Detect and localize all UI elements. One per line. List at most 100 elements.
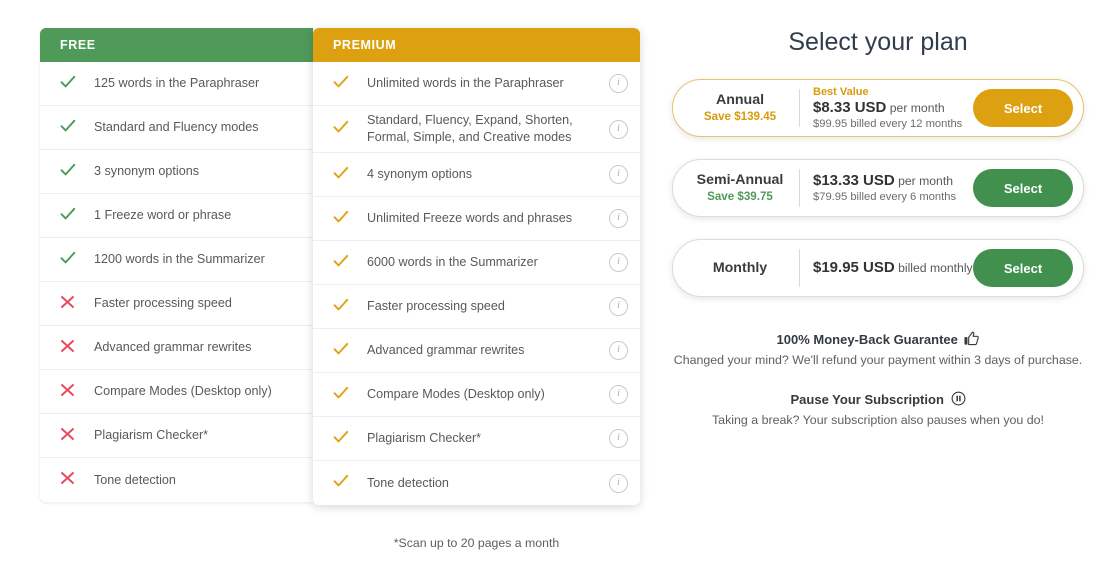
- check-icon: [333, 430, 349, 444]
- check-icon: [333, 75, 359, 93]
- feature-row: Plagiarism Checker*i: [313, 417, 640, 461]
- check-icon: [333, 75, 349, 89]
- promo-blocks: 100% Money-Back Guarantee Changed your m…: [672, 331, 1084, 427]
- feature-label: Standard, Fluency, Expand, Shorten, Form…: [367, 112, 601, 146]
- check-icon: [60, 119, 76, 133]
- plan-billing-note: $99.95 billed every 12 months: [813, 117, 973, 132]
- feature-row: Faster processing speed i: [313, 285, 640, 329]
- plan-name-block: Monthly: [687, 259, 799, 277]
- check-icon: [333, 342, 359, 360]
- plan-selection-panel: Select your plan AnnualSave $139.45Best …: [672, 20, 1084, 427]
- check-icon: [333, 386, 349, 400]
- check-icon: [333, 210, 359, 228]
- plan-card-semi-annual[interactable]: Semi-AnnualSave $39.75 $13.33 USD per mon…: [672, 159, 1084, 217]
- promo-heading: 100% Money-Back Guarantee: [672, 331, 1084, 347]
- plan-price-suffix: billed monthly: [895, 261, 973, 275]
- feature-label: Unlimited Freeze words and phrases: [367, 210, 601, 227]
- check-icon: [60, 75, 76, 89]
- table-footnote: *Scan up to 20 pages a month: [313, 536, 640, 550]
- feature-row: Tone detection: [40, 458, 313, 502]
- info-icon[interactable]: i: [609, 120, 628, 139]
- feature-row: 6000 words in the Summarizeri: [313, 241, 640, 285]
- check-icon: [333, 166, 359, 184]
- feature-label: Tone detection: [94, 472, 299, 489]
- check-icon: [333, 120, 349, 134]
- premium-column-header: PREMIUM: [313, 28, 640, 62]
- feature-row: Tone detectioni: [313, 461, 640, 505]
- feature-row: 125 words in the Paraphraser: [40, 62, 313, 106]
- check-icon: [333, 430, 359, 448]
- feature-row: Plagiarism Checker*: [40, 414, 313, 458]
- feature-label: Advanced grammar rewrites: [94, 339, 299, 356]
- info-icon[interactable]: i: [609, 474, 628, 493]
- plan-price-suffix: per month: [895, 174, 953, 188]
- feature-row: Unlimited words in the Paraphraseri: [313, 62, 640, 106]
- feature-row: 1200 words in the Summarizer: [40, 238, 313, 282]
- plan-name-block: AnnualSave $139.45: [687, 91, 799, 125]
- info-icon[interactable]: i: [609, 165, 628, 184]
- info-icon[interactable]: i: [609, 341, 628, 360]
- check-icon: [60, 207, 76, 221]
- promo-subtext: Taking a break? Your subscription also p…: [672, 413, 1084, 427]
- info-icon[interactable]: i: [609, 297, 628, 316]
- select-plan-button[interactable]: Select: [973, 249, 1073, 287]
- feature-row: Compare Modes (Desktop only) i: [313, 373, 640, 417]
- card-divider: [799, 249, 800, 287]
- plan-price: $13.33 USD: [813, 172, 895, 189]
- check-icon: [60, 75, 86, 93]
- check-icon: [333, 474, 359, 492]
- plan-card-monthly[interactable]: Monthly $19.95 USD billed monthlySelect: [672, 239, 1084, 297]
- cross-icon: [60, 339, 86, 357]
- feature-label: 4 synonym options: [367, 166, 601, 183]
- promo-heading-text: Pause Your Subscription: [791, 392, 948, 407]
- check-icon: [333, 254, 349, 268]
- cross-icon: [60, 427, 75, 441]
- info-icon[interactable]: i: [609, 209, 628, 228]
- card-divider: [799, 169, 800, 207]
- feature-label: 125 words in the Paraphraser: [94, 75, 299, 92]
- info-icon[interactable]: i: [609, 385, 628, 404]
- feature-label: Plagiarism Checker*: [94, 427, 299, 444]
- check-icon: [333, 166, 349, 180]
- plan-billing-note: $79.95 billed every 6 months: [813, 190, 973, 205]
- feature-label: Faster processing speed: [367, 298, 601, 315]
- plan-name-block: Semi-AnnualSave $39.75: [687, 171, 799, 205]
- feature-row: Compare Modes (Desktop only): [40, 370, 313, 414]
- pause-circle-icon: [951, 391, 966, 406]
- promo-heading-text: 100% Money-Back Guarantee: [777, 332, 962, 347]
- cross-icon: [60, 339, 75, 353]
- plan-card-list: AnnualSave $139.45Best Value$8.33 USD pe…: [672, 79, 1084, 297]
- check-icon: [333, 298, 359, 316]
- plan-card-annual[interactable]: AnnualSave $139.45Best Value$8.33 USD pe…: [672, 79, 1084, 137]
- check-icon: [333, 342, 349, 356]
- check-icon: [60, 163, 86, 181]
- feature-label: Compare Modes (Desktop only): [367, 386, 601, 403]
- info-icon[interactable]: i: [609, 429, 628, 448]
- info-icon[interactable]: i: [609, 253, 628, 272]
- page-title: Select your plan: [672, 28, 1084, 57]
- select-plan-button[interactable]: Select: [973, 169, 1073, 207]
- feature-label: Compare Modes (Desktop only): [94, 383, 299, 400]
- check-icon: [60, 207, 86, 225]
- price-line: $8.33 USD per month: [813, 99, 973, 117]
- check-icon: [333, 474, 349, 488]
- feature-row: Advanced grammar rewritesi: [313, 329, 640, 373]
- feature-label: 1 Freeze word or phrase: [94, 207, 299, 224]
- feature-row: 1 Freeze word or phrase: [40, 194, 313, 238]
- feature-row: Unlimited Freeze words and phrases i: [313, 197, 640, 241]
- plan-price-block: $19.95 USD billed monthly: [813, 259, 973, 277]
- feature-row: 3 synonym options: [40, 150, 313, 194]
- card-divider: [799, 89, 800, 127]
- plan-name: Monthly: [687, 259, 793, 277]
- info-icon[interactable]: i: [609, 74, 628, 93]
- plan-name: Annual: [687, 91, 793, 109]
- premium-feature-list: Unlimited words in the Paraphraseri Stand…: [313, 62, 640, 505]
- feature-row: 4 synonym options i: [313, 153, 640, 197]
- check-icon: [333, 254, 359, 272]
- select-plan-button[interactable]: Select: [973, 89, 1073, 127]
- feature-label: 3 synonym options: [94, 163, 299, 180]
- feature-row: Faster processing speed: [40, 282, 313, 326]
- feature-label: Faster processing speed: [94, 295, 299, 312]
- feature-row: Advanced grammar rewrites: [40, 326, 313, 370]
- plan-price-suffix: per month: [886, 101, 944, 115]
